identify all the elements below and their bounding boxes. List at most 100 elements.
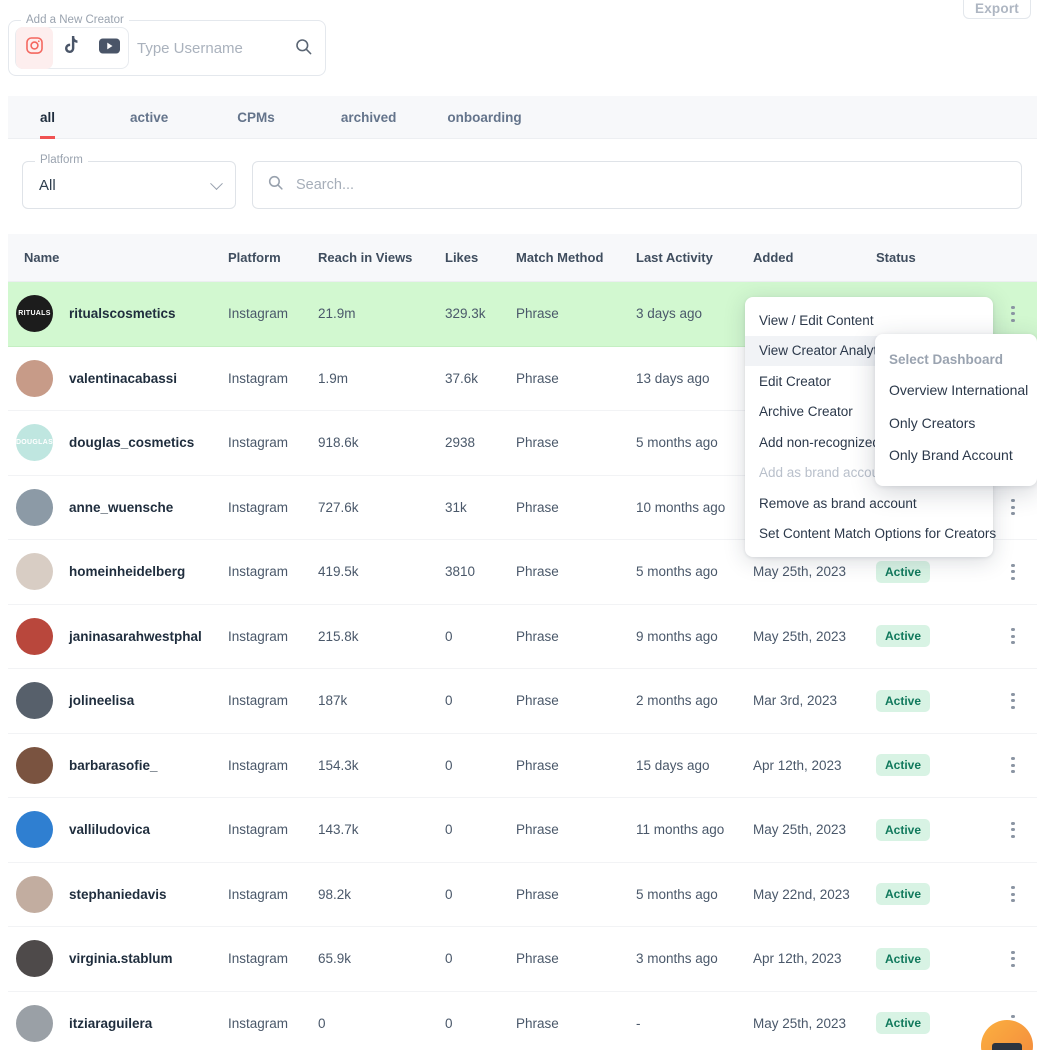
search-input[interactable] xyxy=(296,177,956,193)
match-method-cell: Phrase xyxy=(516,370,559,386)
platform-cell: Instagram xyxy=(228,628,289,644)
status-cell: Active xyxy=(876,947,931,970)
context-menu-item[interactable]: Set Content Match Options for Creators xyxy=(745,519,996,550)
tiktok-icon xyxy=(63,36,80,60)
creator-cell: itziaraguilera xyxy=(16,1004,152,1042)
row-menu-button[interactable] xyxy=(1003,625,1023,647)
table-row[interactable]: itziaraguilera Instagram 0 0 Phrase - May 25th… xyxy=(8,991,1037,1050)
likes-cell: 2938 xyxy=(445,435,476,451)
match-method-cell: Phrase xyxy=(516,693,559,709)
column-header-name: Name xyxy=(24,250,60,265)
status-badge: Active xyxy=(876,560,931,583)
submenu-item[interactable]: Only Creators xyxy=(875,407,1037,440)
status-badge: Active xyxy=(876,754,931,777)
platform-filter-select[interactable]: Platform All xyxy=(22,154,236,209)
avatar xyxy=(16,875,53,913)
creators-page: Export Add a New Creator Type Username a… xyxy=(0,0,1037,1050)
creator-name: douglas_cosmetics xyxy=(69,435,195,451)
platform-filter-legend: Platform xyxy=(35,154,88,166)
status-badge: Active xyxy=(876,883,931,906)
username-input[interactable] xyxy=(137,27,292,69)
last-activity-cell: 10 months ago xyxy=(636,499,726,515)
table-row[interactable]: barbarasofie_ Instagram 154.3k 0 Phrase 15 da… xyxy=(8,733,1037,798)
match-method-cell: Phrase xyxy=(516,1015,559,1031)
tab-all[interactable]: all xyxy=(26,96,69,139)
instagram-icon xyxy=(25,36,44,60)
creator-name: ritualscosmetics xyxy=(69,306,176,322)
platform-cell: Instagram xyxy=(228,951,289,967)
reach-cell: 419.5k xyxy=(318,564,359,580)
tab-all-label: all xyxy=(40,109,56,125)
tab-onboarding[interactable]: onboarding xyxy=(433,96,535,139)
reach-cell: 65.9k xyxy=(318,951,352,967)
creator-cell: stephaniedavis xyxy=(16,875,167,913)
avatar xyxy=(16,940,53,978)
likes-cell: 31k xyxy=(445,499,467,515)
search-field-wrapper[interactable] xyxy=(252,161,1022,209)
tab-cpms[interactable]: CPMs xyxy=(223,96,289,139)
context-menu-item[interactable]: Remove as brand account xyxy=(745,488,993,519)
export-button[interactable]: Export xyxy=(963,0,1031,19)
column-header-platform: Platform xyxy=(228,250,281,265)
likes-cell: 0 xyxy=(445,628,453,644)
platform-cell: Instagram xyxy=(228,435,289,451)
creator-cell: janinasarahwestphal xyxy=(16,617,202,655)
platform-cell: Instagram xyxy=(228,1015,289,1031)
youtube-platform-button[interactable] xyxy=(91,27,128,69)
row-menu-button[interactable] xyxy=(1003,690,1023,712)
submenu-item[interactable]: Only Brand Account xyxy=(875,439,1037,472)
status-cell: Active xyxy=(876,754,931,777)
table-row[interactable]: janinasarahwestphal Instagram 215.8k 0 Phras… xyxy=(8,604,1037,669)
creator-name: homeinheidelberg xyxy=(69,564,186,580)
creator-cell: barbarasofie_ xyxy=(16,746,158,784)
table-row[interactable]: stephaniedavis Instagram 98.2k 0 Phrase 5 mon… xyxy=(8,862,1037,927)
column-header-status: Status xyxy=(876,250,916,265)
added-cell: Mar 3rd, 2023 xyxy=(753,693,838,709)
reach-cell: 154.3k xyxy=(318,757,359,773)
row-menu-button[interactable] xyxy=(1003,754,1023,776)
row-menu-button[interactable] xyxy=(1003,883,1023,905)
likes-cell: 0 xyxy=(445,886,453,902)
tab-archived[interactable]: archived xyxy=(327,96,411,139)
last-activity-cell: 5 months ago xyxy=(636,435,718,451)
creator-name: valliludovica xyxy=(69,822,151,838)
search-icon[interactable] xyxy=(294,37,313,61)
export-button-label: Export xyxy=(975,1,1019,16)
instagram-platform-button[interactable] xyxy=(16,27,54,69)
likes-cell: 0 xyxy=(445,951,453,967)
table-row[interactable]: valliludovica Instagram 143.7k 0 Phrase 11 mo… xyxy=(8,798,1037,863)
reach-cell: 98.2k xyxy=(318,886,352,902)
creator-cell: RITUALS ritualscosmetics xyxy=(16,295,176,333)
avatar xyxy=(16,746,53,784)
row-menu-button[interactable] xyxy=(1003,303,1023,325)
likes-cell: 0 xyxy=(445,693,453,709)
reach-cell: 727.6k xyxy=(318,499,359,515)
row-menu-button[interactable] xyxy=(1003,561,1023,583)
add-creator-panel: Add a New Creator xyxy=(8,13,326,76)
reach-cell: 215.8k xyxy=(318,628,359,644)
table-row[interactable]: jolineelisa Instagram 187k 0 Phrase 2 months … xyxy=(8,669,1037,734)
likes-cell: 0 xyxy=(445,757,453,773)
column-header-likes: Likes xyxy=(445,250,479,265)
creator-cell: DOUGLAS douglas_cosmetics xyxy=(16,424,195,462)
row-menu-button[interactable] xyxy=(1003,819,1023,841)
table-row[interactable]: virginia.stablum Instagram 65.9k 0 Phrase 3 m… xyxy=(8,927,1037,992)
platform-cell: Instagram xyxy=(228,822,289,838)
status-cell: Active xyxy=(876,883,931,906)
likes-cell: 0 xyxy=(445,822,453,838)
tab-active-label: active xyxy=(130,109,169,125)
status-cell: Active xyxy=(876,560,931,583)
row-menu-button[interactable] xyxy=(1003,948,1023,970)
tiktok-platform-button[interactable] xyxy=(53,27,90,69)
avatar xyxy=(16,553,53,591)
match-method-cell: Phrase xyxy=(516,628,559,644)
tab-active[interactable]: active xyxy=(116,96,182,139)
platform-cell: Instagram xyxy=(228,757,289,773)
context-menu-item[interactable]: View / Edit Content xyxy=(745,305,993,336)
submenu-item[interactable]: Overview International xyxy=(875,374,1037,407)
status-badge: Active xyxy=(876,947,931,970)
row-menu-button[interactable] xyxy=(1003,496,1023,518)
platform-cell: Instagram xyxy=(228,693,289,709)
creator-name: valentinacabassi xyxy=(69,370,178,386)
avatar xyxy=(16,682,53,720)
